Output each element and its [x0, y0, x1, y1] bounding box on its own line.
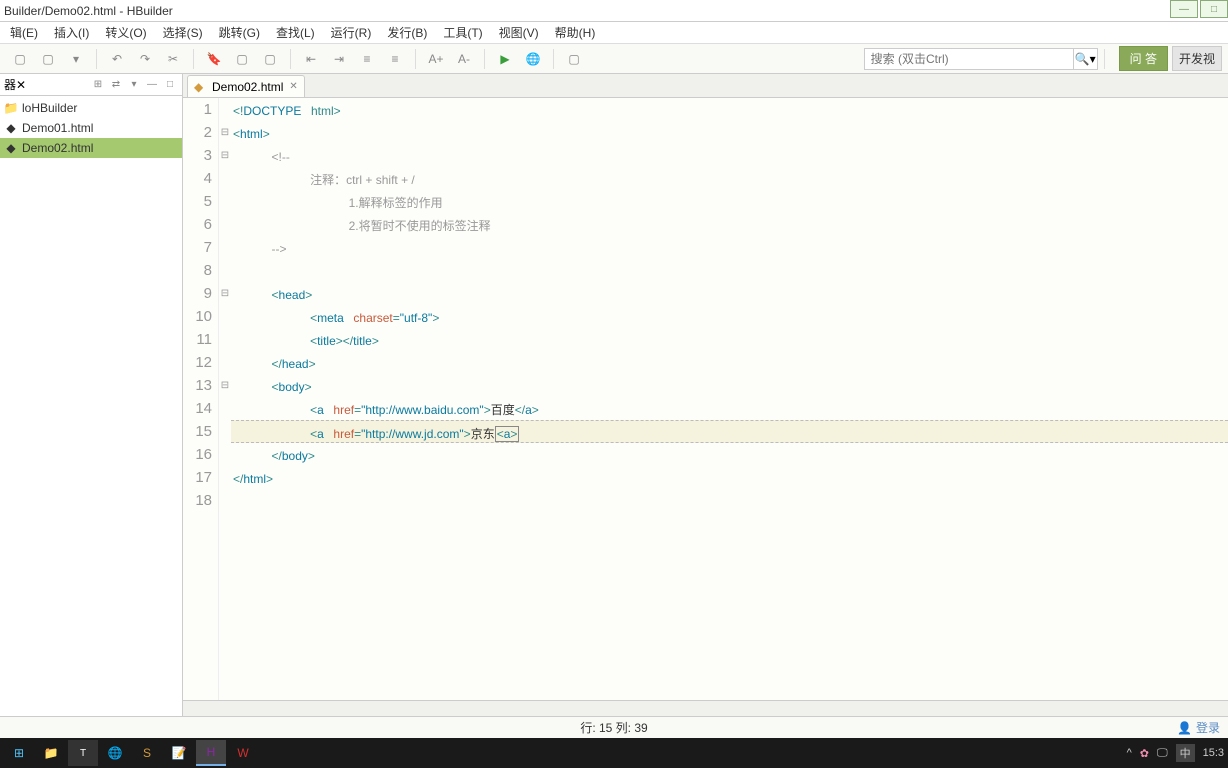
- sidebar-title: 器: [4, 76, 16, 93]
- tool2-icon[interactable]: ▢: [258, 47, 282, 71]
- code-editor[interactable]: 123456789101112131415161718 ⊟⊟⊟⊟ <!DOCTY…: [183, 98, 1228, 700]
- window-title: Builder/Demo02.html - HBuilder: [4, 4, 173, 18]
- sidebar-btn2-icon[interactable]: ⇄: [108, 77, 124, 93]
- toolbar: ▢ ▢ ▾ ↶ ↷ ✂ 🔖 ▢ ▢ ⇤ ⇥ ≡ ≡ A+ A- ▶ 🌐 ▢ 🔍▾…: [0, 44, 1228, 74]
- run-icon[interactable]: ▶: [493, 47, 517, 71]
- redo-icon[interactable]: ↷: [133, 47, 157, 71]
- file-tree-item[interactable]: ◆Demo02.html: [0, 138, 182, 158]
- browser-icon[interactable]: 🌐: [521, 47, 545, 71]
- menu-item[interactable]: 辑(E): [2, 22, 46, 43]
- file-tree[interactable]: 📁loHBuilder◆Demo01.html◆Demo02.html: [0, 96, 182, 716]
- menu-bar: 辑(E)插入(I)转义(O)选择(S)跳转(G)查找(L)运行(R)发行(B)工…: [0, 22, 1228, 44]
- minimize-button[interactable]: —: [1170, 0, 1198, 18]
- file-tree-item[interactable]: 📁loHBuilder: [0, 98, 182, 118]
- menu-item[interactable]: 跳转(G): [211, 22, 268, 43]
- sidebar-restore-icon[interactable]: □: [162, 77, 178, 93]
- file-icon: ◆: [4, 121, 18, 135]
- save-icon[interactable]: ▾: [64, 47, 88, 71]
- login-link[interactable]: 👤 登录: [1177, 719, 1220, 736]
- start-button[interactable]: ⊞: [4, 740, 34, 766]
- notepad-icon[interactable]: 📝: [164, 740, 194, 766]
- tray-chevron-icon[interactable]: ^: [1127, 747, 1132, 759]
- chrome-icon[interactable]: 🌐: [100, 740, 130, 766]
- tab-demo02[interactable]: ◆ Demo02.html ✕: [187, 75, 305, 97]
- wps-icon[interactable]: W: [228, 740, 258, 766]
- tray-monitor-icon[interactable]: 🖵: [1157, 747, 1168, 760]
- indent-icon[interactable]: ⇥: [327, 47, 351, 71]
- cut-icon[interactable]: ✂: [161, 47, 185, 71]
- open-icon[interactable]: ▢: [36, 47, 60, 71]
- outdent-icon[interactable]: ⇤: [299, 47, 323, 71]
- cursor-position: 行: 15 列: 39: [580, 719, 647, 736]
- status-bar: 行: 15 列: 39 👤 登录: [0, 716, 1228, 738]
- menu-item[interactable]: 运行(R): [323, 22, 380, 43]
- menu-item[interactable]: 帮助(H): [547, 22, 604, 43]
- file-icon: ◆: [4, 141, 18, 155]
- dev-view-button[interactable]: 开发视: [1172, 46, 1222, 71]
- hbuilder-icon[interactable]: H: [196, 740, 226, 766]
- device-icon[interactable]: ▢: [562, 47, 586, 71]
- search-input[interactable]: [864, 48, 1074, 70]
- menu-item[interactable]: 选择(S): [155, 22, 211, 43]
- file-tree-item[interactable]: ◆Demo01.html: [0, 118, 182, 138]
- tab-label: Demo02.html: [212, 80, 283, 94]
- file-icon: 📁: [4, 101, 18, 115]
- title-bar: Builder/Demo02.html - HBuilder — □: [0, 0, 1228, 22]
- code-content[interactable]: <!DOCTYPE html><html> <!-- 注释：ctrl + shi…: [231, 98, 1228, 700]
- tab-bar: ◆ Demo02.html ✕: [183, 74, 1228, 98]
- close-icon[interactable]: ✕: [289, 81, 297, 92]
- qa-button[interactable]: 问 答: [1119, 46, 1168, 71]
- search-icon[interactable]: 🔍▾: [1074, 48, 1098, 70]
- undo-icon[interactable]: ↶: [105, 47, 129, 71]
- sidebar: 器 ✕ ⊞ ⇄ ▾ — □ 📁loHBuilder◆Demo01.html◆De…: [0, 74, 183, 716]
- bookmark-icon[interactable]: 🔖: [202, 47, 226, 71]
- horizontal-scrollbar[interactable]: [183, 700, 1228, 716]
- fold-column[interactable]: ⊟⊟⊟⊟: [219, 98, 231, 700]
- tray-flower-icon[interactable]: ✿: [1140, 747, 1149, 760]
- format-icon[interactable]: ≡: [383, 47, 407, 71]
- line-gutter: 123456789101112131415161718: [183, 98, 219, 700]
- explorer-icon[interactable]: 📁: [36, 740, 66, 766]
- user-icon: 👤: [1177, 721, 1192, 735]
- html-file-icon: ◆: [194, 80, 208, 94]
- maximize-button[interactable]: □: [1200, 0, 1228, 18]
- clock[interactable]: 15:3: [1203, 747, 1224, 759]
- menu-item[interactable]: 查找(L): [268, 22, 323, 43]
- sublime-icon[interactable]: S: [132, 740, 162, 766]
- menu-item[interactable]: 转义(O): [97, 22, 154, 43]
- tool1-icon[interactable]: ▢: [230, 47, 254, 71]
- font-increase-icon[interactable]: A+: [424, 47, 448, 71]
- menu-item[interactable]: 发行(B): [379, 22, 435, 43]
- sidebar-btn3-icon[interactable]: ▾: [126, 77, 142, 93]
- new-icon[interactable]: ▢: [8, 47, 32, 71]
- sidebar-minimize-icon[interactable]: —: [144, 77, 160, 93]
- sidebar-btn1-icon[interactable]: ⊞: [90, 77, 106, 93]
- menu-item[interactable]: 插入(I): [46, 22, 97, 43]
- menu-item[interactable]: 视图(V): [491, 22, 547, 43]
- taskbar: ⊞ 📁 T 🌐 S 📝 H W ^ ✿ 🖵 中 15:3: [0, 738, 1228, 768]
- menu-item[interactable]: 工具(T): [435, 22, 490, 43]
- text-icon[interactable]: T: [68, 740, 98, 766]
- align-icon[interactable]: ≡: [355, 47, 379, 71]
- font-decrease-icon[interactable]: A-: [452, 47, 476, 71]
- ime-indicator[interactable]: 中: [1176, 744, 1195, 762]
